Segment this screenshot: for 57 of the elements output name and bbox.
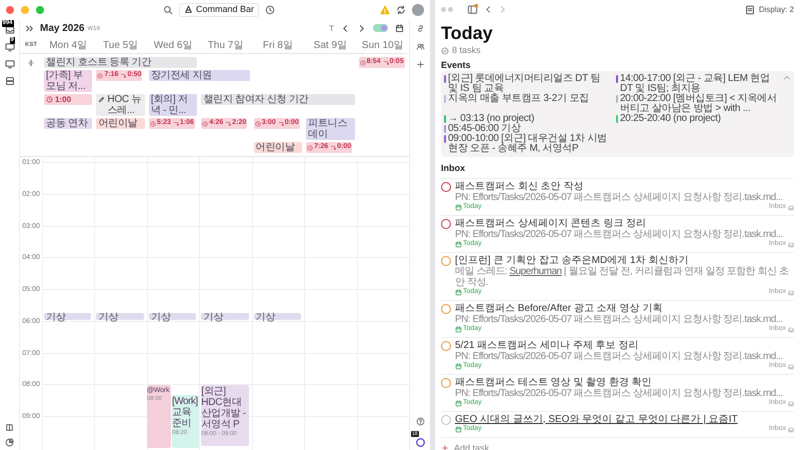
- calendar-event[interactable]: 기상: [148, 313, 196, 320]
- all-day-event[interactable]: 챌린지 참여자 신청 기간: [201, 94, 355, 105]
- task-note: 메일 스레드: Superhuman | 월요일 전달 전, 커리큘럼과 연재 일정 포함한 회신 초안 작성.: [455, 266, 790, 288]
- task-title[interactable]: [인프런] 큰 기획안 잡고 송주은MD에게 1차 회신하기: [455, 254, 688, 266]
- task-count: 8 tasks: [452, 44, 481, 57]
- all-day-event[interactable]: 장기전세 지원: [148, 70, 250, 81]
- event-text[interactable]: [외근] 롯데에너지머티리얼즈 DT 팀 및 IS 팀 교육: [448, 74, 608, 94]
- section-heading: Inbox: [441, 162, 794, 178]
- all-day-event[interactable]: 피트니스 데이: [306, 118, 355, 140]
- event-text[interactable]: 20:25-20:40 (no project): [620, 114, 721, 124]
- calendar-event[interactable]: 기상: [96, 313, 144, 320]
- all-day-event[interactable]: 공동 연차: [44, 118, 92, 129]
- day-header[interactable]: Mon 4일: [42, 38, 94, 52]
- task-title[interactable]: 패스트캠퍼스 회신 초안 작성: [455, 180, 584, 192]
- all-day-event[interactable]: 챌린지 호스트 등록 기간: [44, 57, 198, 68]
- event-text[interactable]: 05:45-06:00 기상: [448, 124, 521, 134]
- task-note: PN: Efforts/Tasks/2026-05-07 패스트캠퍼스 상세페이지 요청사항 정리.task.md...: [455, 350, 783, 362]
- event-title: [외근] HDC현대산업개발 - 서영석 P: [201, 386, 247, 430]
- task-note: PN: Efforts/Tasks/2026-05-07 패스트캠퍼스 상세페이지 요청사항 정리.task.md...: [455, 192, 783, 202]
- task-note: PN: Efforts/Tasks/2026-05-07 패스트캠퍼스 상세페이지 요청사항 정리.task.md...: [455, 388, 783, 398]
- note-title: HOC 뉴스레...: [107, 94, 142, 116]
- event-text[interactable]: → 03:13 (no project): [448, 114, 534, 124]
- all-day-event[interactable]: [회의] 저녁 - 민...: [148, 94, 198, 116]
- section-heading: Events: [441, 59, 472, 71]
- event-text[interactable]: 지옥의 매출 부트캠프 3-2기 모집: [448, 94, 589, 104]
- calendar-event[interactable]: 기상: [44, 313, 92, 320]
- all-day-event[interactable]: [가족] 부모님 저...: [44, 70, 92, 92]
- timer-entry[interactable]: 1:00: [44, 94, 92, 105]
- event-text[interactable]: 09:00-10:00 [외근] 대우건설 1차 시범현장 오픈 - 송혜주 M, 서영석P: [448, 134, 608, 154]
- calendar-event[interactable]: 기상: [201, 313, 249, 320]
- task-title[interactable]: 5/21 패스트캠퍼스 세미나 주제 후보 정리: [455, 340, 638, 350]
- day-header[interactable]: Wed 6일: [146, 38, 200, 52]
- display-button[interactable]: Display: 2: [744, 4, 794, 16]
- note-link[interactable]: Superhuman: [509, 266, 562, 276]
- today-button[interactable]: T: [329, 24, 334, 32]
- all-day-event[interactable]: 어린이날: [254, 142, 302, 153]
- day-header[interactable]: Sun 10일: [356, 38, 409, 52]
- task-note: PN: Efforts/Tasks/2026-05-07 패스트캠퍼스 상세페이지 요청사항 정리.task.md...: [455, 314, 783, 324]
- task-title[interactable]: 패스트캠퍼스 상세페이지 콘텐츠 링크 정리: [455, 218, 646, 228]
- duration: 1:00: [55, 94, 72, 106]
- day-header[interactable]: Fri 8일: [252, 38, 304, 52]
- event-title: [Work] 교육 준비: [172, 396, 199, 430]
- calendar-event[interactable]: 기상: [254, 313, 302, 320]
- note-entry[interactable]: HOC 뉴스레...: [96, 94, 145, 116]
- all-day-event[interactable]: 어린이날: [96, 118, 145, 129]
- task-note: PN: Efforts/Tasks/2026-05-07 패스트캠퍼스 상세페이지 요청사항 정리.task.md...: [455, 228, 783, 240]
- day-header[interactable]: Thu 7일: [199, 38, 252, 52]
- page-title: Today: [441, 22, 494, 44]
- task-link[interactable]: GEO 시대의 글쓰기, SEO와 무엇이 같고 무엇이 다른가 | 요즘IT: [455, 414, 738, 424]
- event-text[interactable]: 20:00-22:00 [멤버십토크] < 지옥에서 버티고 살아남은 방법 > with ...: [620, 94, 780, 114]
- task-title[interactable]: 패스트캠퍼스 Before/After 광고 소재 영상 기획: [455, 302, 662, 314]
- event-text[interactable]: 14:00-17:00 [외근 - 교육] LEM 현업 DT 및 IS팀; 최지용: [620, 74, 780, 94]
- task-title[interactable]: 패스트캠퍼스 테스트 영상 및 촬영 환경 확인: [455, 376, 652, 388]
- day-header[interactable]: Tue 5일: [94, 38, 147, 52]
- day-header[interactable]: Sat 9일: [304, 38, 357, 52]
- month-title: May 2026: [40, 22, 84, 36]
- command-bar-button[interactable]: Command Bar: [179, 2, 260, 16]
